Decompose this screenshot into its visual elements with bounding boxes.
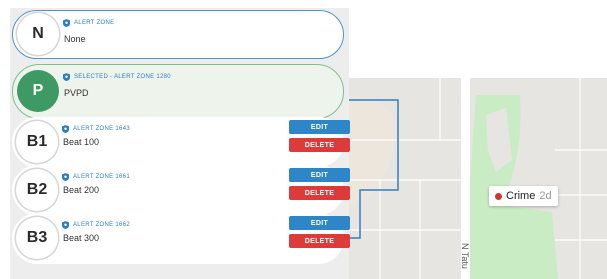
edit-button[interactable]: EDIT: [289, 120, 350, 134]
zone-name: Beat 100: [63, 137, 100, 147]
shield-icon: [62, 173, 69, 181]
zone-meta: ALERT ZONE 1643: [62, 125, 130, 133]
zone-badge: N: [17, 13, 59, 55]
zone-label: ALERT ZONE 1661: [73, 174, 130, 180]
delete-button[interactable]: DELETE: [289, 234, 350, 248]
edit-button[interactable]: EDIT: [289, 168, 350, 182]
shield-icon: [63, 73, 70, 81]
zone-badge: B3: [16, 217, 58, 259]
crime-marker[interactable]: Crime 2d: [489, 186, 558, 206]
crime-age: 2d: [539, 190, 552, 202]
edit-button[interactable]: EDIT: [289, 216, 350, 230]
zone-card[interactable]: B3 ALERT ZONE 1662 Beat 300 EDIT DELETE: [12, 213, 350, 264]
zone-name: None: [64, 34, 86, 44]
zone-meta: ALERT ZONE: [63, 19, 114, 27]
crime-label: Crime: [506, 190, 536, 202]
zone-name: Beat 300: [63, 233, 100, 243]
zone-card-selected[interactable]: P SELECTED - ALERT ZONE 1280 PVPD: [12, 64, 344, 119]
shield-icon: [62, 125, 69, 133]
delete-button[interactable]: DELETE: [289, 138, 350, 152]
zone-label: ALERT ZONE 1662: [73, 222, 130, 228]
zone-label: SELECTED - ALERT ZONE 1280: [74, 74, 171, 80]
red-dot-icon: [495, 192, 502, 200]
zone-card[interactable]: B2 ALERT ZONE 1661 Beat 200 EDIT DELETE: [12, 165, 350, 215]
zone-card[interactable]: B1 ALERT ZONE 1643 Beat 100 EDIT DELETE: [12, 117, 350, 167]
zone-meta: ALERT ZONE 1662: [62, 221, 130, 229]
zone-meta: ALERT ZONE 1661: [62, 173, 130, 181]
zone-label: ALERT ZONE 1643: [73, 126, 130, 132]
shield-icon: [63, 19, 70, 27]
shield-icon: [62, 221, 69, 229]
zone-badge: B1: [16, 121, 58, 163]
zone-meta: SELECTED - ALERT ZONE 1280: [63, 73, 171, 81]
street-label: N Tatu: [460, 243, 470, 269]
zone-card[interactable]: N ALERT ZONE None: [12, 10, 344, 59]
zone-badge: B2: [16, 169, 58, 211]
zone-badge: P: [17, 70, 59, 112]
delete-button[interactable]: DELETE: [289, 186, 350, 200]
zone-label: ALERT ZONE: [74, 20, 115, 26]
zone-name: PVPD: [64, 88, 89, 98]
zone-name: Beat 200: [63, 185, 100, 195]
